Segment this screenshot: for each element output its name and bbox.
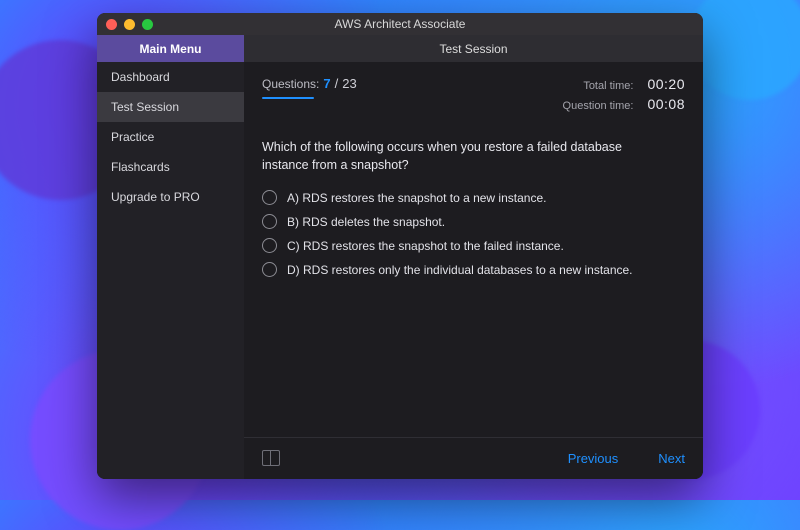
question-block: Which of the following occurs when you r… [262,138,685,277]
titlebar: AWS Architect Associate [97,13,703,35]
sidebar-item-label: Upgrade to PRO [111,190,200,204]
main-header: Test Session [244,35,703,62]
sidebar: Main Menu Dashboard Test Session Practic… [97,35,244,479]
nav-buttons: Previous Next [568,451,685,466]
footer-bar: Previous Next [244,437,703,479]
sidebar-item-label: Test Session [111,100,179,114]
radio-icon [262,190,277,205]
sidebar-item-label: Practice [111,130,154,144]
sidebar-item-practice[interactable]: Practice [97,122,244,152]
zoom-icon[interactable] [142,19,153,30]
radio-icon [262,262,277,277]
sidebar-item-label: Dashboard [111,70,170,84]
radio-icon [262,238,277,253]
window-title: AWS Architect Associate [97,17,703,31]
sidebar-item-flashcards[interactable]: Flashcards [97,152,244,182]
question-text: Which of the following occurs when you r… [262,138,662,174]
minimize-icon[interactable] [124,19,135,30]
previous-button[interactable]: Previous [568,451,619,466]
stats-bar: Questions: 7 / 23 Total time: 00:20 [262,76,685,112]
answer-label: C) RDS restores the snapshot to the fail… [287,239,564,253]
question-total: 23 [342,76,356,91]
question-time-label: Question time: [563,100,634,112]
question-counter: Questions: 7 / 23 [262,76,357,99]
answer-label: D) RDS restores only the individual data… [287,263,633,277]
question-current: 7 [323,76,330,91]
question-time-value: 00:08 [647,96,685,112]
answer-option[interactable]: C) RDS restores the snapshot to the fail… [262,238,685,253]
next-button[interactable]: Next [658,451,685,466]
sidebar-item-label: Flashcards [111,160,170,174]
book-icon[interactable] [262,450,282,467]
total-time-label: Total time: [583,80,633,92]
answers-list: A) RDS restores the snapshot to a new in… [262,190,685,277]
answer-label: A) RDS restores the snapshot to a new in… [287,191,546,205]
timers: Total time: 00:20 Question time: 00:08 [563,76,685,112]
sidebar-item-upgrade-pro[interactable]: Upgrade to PRO [97,182,244,212]
sidebar-item-dashboard[interactable]: Dashboard [97,62,244,92]
main-panel: Test Session Questions: 7 / 23 [244,35,703,479]
sidebar-header: Main Menu [97,35,244,62]
question-area: Questions: 7 / 23 Total time: 00:20 [244,62,703,437]
sidebar-item-test-session[interactable]: Test Session [97,92,244,122]
questions-label: Questions: [262,77,319,91]
answer-label: B) RDS deletes the snapshot. [287,215,445,229]
total-time-value: 00:20 [647,76,685,92]
progress-underline [262,97,314,99]
answer-option[interactable]: A) RDS restores the snapshot to a new in… [262,190,685,205]
app-window: AWS Architect Associate Main Menu Dashbo… [97,13,703,479]
answer-option[interactable]: D) RDS restores only the individual data… [262,262,685,277]
close-icon[interactable] [106,19,117,30]
answer-option[interactable]: B) RDS deletes the snapshot. [262,214,685,229]
sidebar-nav: Dashboard Test Session Practice Flashcar… [97,62,244,212]
question-separator: / [335,76,339,91]
traffic-lights [106,19,153,30]
radio-icon [262,214,277,229]
